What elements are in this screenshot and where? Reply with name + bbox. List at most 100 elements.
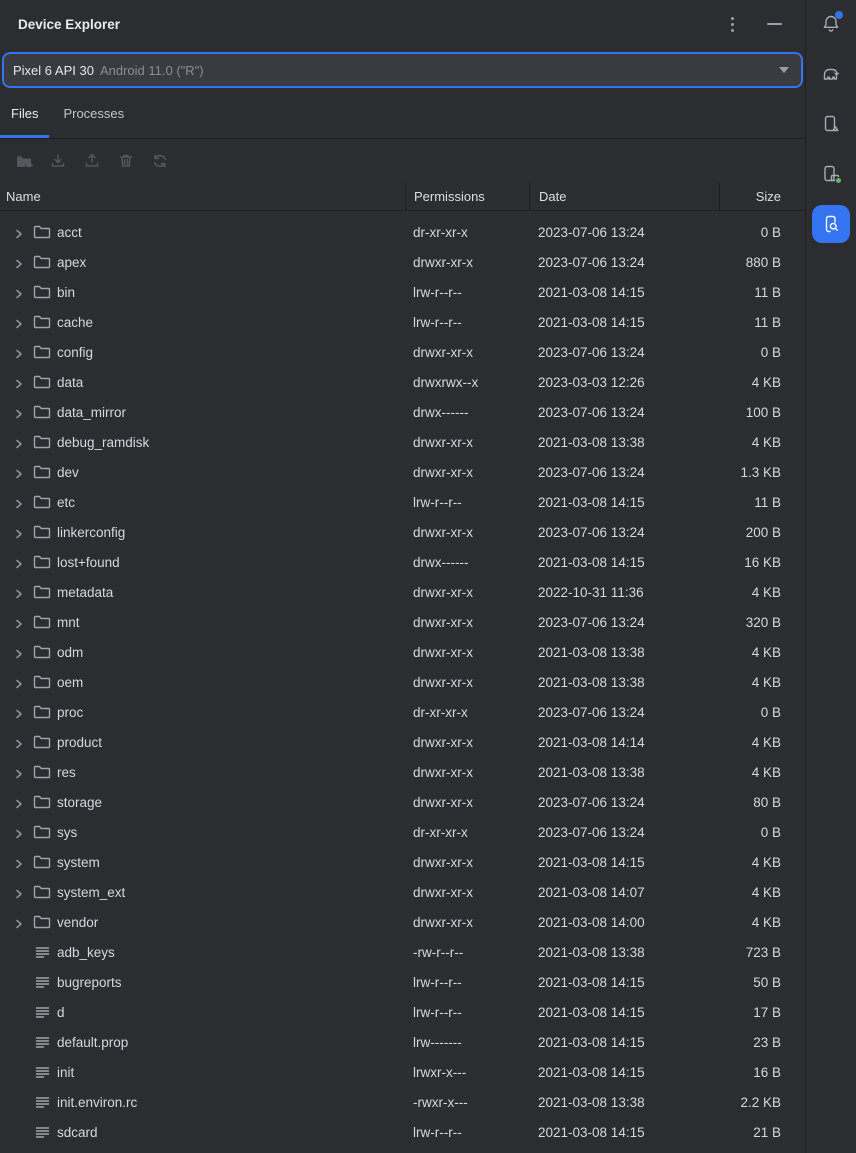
row-name-cell: linkerconfig [0,523,405,541]
table-row[interactable]: odm drwxr-xr-x 2021-03-08 13:38 4 KB [0,637,805,667]
chevron-right-icon[interactable] [14,887,24,897]
file-type-icon [33,1093,51,1111]
table-row[interactable]: dev drwxr-xr-x 2023-07-06 13:24 1.3 KB [0,457,805,487]
chevron-right-icon[interactable] [14,467,24,477]
chevron-right-icon[interactable] [14,617,24,627]
table-row[interactable]: d lrw-r--r-- 2021-03-08 14:15 17 B [0,997,805,1027]
table-row[interactable]: debug_ramdisk drwxr-xr-x 2021-03-08 13:3… [0,427,805,457]
table-row[interactable]: linkerconfig drwxr-xr-x 2023-07-06 13:24… [0,517,805,547]
chevron-right-icon[interactable] [14,707,24,717]
table-row[interactable]: apex drwxr-xr-x 2023-07-06 13:24 880 B [0,247,805,277]
chevron-right-icon[interactable] [14,737,24,747]
tab-processes[interactable]: Processes [52,88,135,138]
new-folder-button[interactable] [14,151,34,171]
table-row[interactable]: metadata drwxr-xr-x 2022-10-31 11:36 4 K… [0,577,805,607]
chevron-right-icon[interactable] [14,377,24,387]
table-row[interactable]: proc dr-xr-xr-x 2023-07-06 13:24 0 B [0,697,805,727]
table-row[interactable]: init.environ.rc -rwxr-x--- 2021-03-08 13… [0,1087,805,1117]
chevron-right-icon[interactable] [14,347,24,357]
row-date-cell: 2023-07-06 13:24 [529,255,719,270]
running-devices-button[interactable] [812,155,850,193]
file-type-icon [33,463,51,481]
chevron-right-icon[interactable] [14,437,24,447]
row-name-cell: init.environ.rc [0,1093,405,1111]
chevron-right-icon[interactable] [14,287,24,297]
table-row[interactable]: lost+found drwx------ 2021-03-08 14:15 1… [0,547,805,577]
file-name: adb_keys [57,945,115,960]
chevron-right-icon[interactable] [14,797,24,807]
chevron-right-icon[interactable] [14,497,24,507]
upload-file-button[interactable] [82,151,102,171]
chevron-right-icon[interactable] [14,227,24,237]
hide-panel-button[interactable] [763,13,785,35]
chevron-right-icon[interactable] [14,407,24,417]
row-size-cell: 723 B [719,945,805,960]
table-row[interactable]: storage drwxr-xr-x 2023-07-06 13:24 80 B [0,787,805,817]
table-row[interactable]: data drwxrwx--x 2023-03-03 12:26 4 KB [0,367,805,397]
file-type-icon [33,703,51,721]
synchronize-button[interactable] [150,151,170,171]
row-date-cell: 2023-07-06 13:24 [529,345,719,360]
row-date-cell: 2021-03-08 13:38 [529,675,719,690]
download-file-button[interactable] [48,151,68,171]
table-row[interactable]: acct dr-xr-xr-x 2023-07-06 13:24 0 B [0,217,805,247]
row-date-cell: 2023-07-06 13:24 [529,525,719,540]
table-row[interactable]: sys dr-xr-xr-x 2023-07-06 13:24 0 B [0,817,805,847]
table-row[interactable]: vendor drwxr-xr-x 2021-03-08 14:00 4 KB [0,907,805,937]
table-row[interactable]: init lrwxr-x--- 2021-03-08 14:15 16 B [0,1057,805,1087]
row-date-cell: 2021-03-08 14:15 [529,285,719,300]
chevron-right-icon[interactable] [14,647,24,657]
table-row[interactable]: adb_keys -rw-r--r-- 2021-03-08 13:38 723… [0,937,805,967]
table-row[interactable]: cache lrw-r--r-- 2021-03-08 14:15 11 B [0,307,805,337]
file-name: etc [57,495,75,510]
device-manager-button[interactable] [812,105,850,143]
row-permissions-cell: drwx------ [405,405,529,420]
chevron-right-icon[interactable] [14,317,24,327]
row-date-cell: 2023-07-06 13:24 [529,705,719,720]
file-name: debug_ramdisk [57,435,149,450]
chevron-right-icon[interactable] [14,767,24,777]
row-date-cell: 2021-03-08 14:07 [529,885,719,900]
table-row[interactable]: product drwxr-xr-x 2021-03-08 14:14 4 KB [0,727,805,757]
table-row[interactable]: oem drwxr-xr-x 2021-03-08 13:38 4 KB [0,667,805,697]
table-row[interactable]: mnt drwxr-xr-x 2023-07-06 13:24 320 B [0,607,805,637]
table-row[interactable]: default.prop lrw------- 2021-03-08 14:15… [0,1027,805,1057]
chevron-right-icon[interactable] [14,557,24,567]
table-row[interactable]: res drwxr-xr-x 2021-03-08 13:38 4 KB [0,757,805,787]
row-date-cell: 2021-03-08 14:15 [529,555,719,570]
row-size-cell: 16 KB [719,555,805,570]
gradle-button[interactable] [812,55,850,93]
chevron-right-icon[interactable] [14,677,24,687]
column-header-name[interactable]: Name [0,189,405,204]
device-explorer-button[interactable] [812,205,850,243]
row-size-cell: 200 B [719,525,805,540]
notifications-button[interactable] [812,5,850,43]
file-type-icon [33,763,51,781]
column-header-permissions[interactable]: Permissions [405,183,529,211]
table-row[interactable]: bin lrw-r--r-- 2021-03-08 14:15 11 B [0,277,805,307]
options-menu-button[interactable] [721,13,743,35]
chevron-right-icon[interactable] [14,257,24,267]
delete-button[interactable] [116,151,136,171]
tab-files[interactable]: Files [0,88,49,138]
column-header-size[interactable]: Size [719,183,805,211]
table-row[interactable]: etc lrw-r--r-- 2021-03-08 14:15 11 B [0,487,805,517]
row-name-cell: system_ext [0,883,405,901]
file-name: system_ext [57,885,125,900]
chevron-right-icon[interactable] [14,827,24,837]
chevron-right-icon[interactable] [14,917,24,927]
chevron-right-icon[interactable] [14,587,24,597]
row-permissions-cell: -rwxr-x--- [405,1095,529,1110]
table-row[interactable]: system_ext drwxr-xr-x 2021-03-08 14:07 4… [0,877,805,907]
row-name-cell: vendor [0,913,405,931]
chevron-right-icon[interactable] [14,527,24,537]
device-selector-dropdown[interactable]: Pixel 6 API 30 Android 11.0 ("R") [2,52,803,88]
table-row[interactable]: data_mirror drwx------ 2023-07-06 13:24 … [0,397,805,427]
column-header-date[interactable]: Date [529,183,719,211]
table-row[interactable]: system drwxr-xr-x 2021-03-08 14:15 4 KB [0,847,805,877]
row-name-cell: res [0,763,405,781]
chevron-right-icon[interactable] [14,857,24,867]
table-row[interactable]: bugreports lrw-r--r-- 2021-03-08 14:15 5… [0,967,805,997]
table-row[interactable]: config drwxr-xr-x 2023-07-06 13:24 0 B [0,337,805,367]
table-row[interactable]: sdcard lrw-r--r-- 2021-03-08 14:15 21 B [0,1117,805,1147]
